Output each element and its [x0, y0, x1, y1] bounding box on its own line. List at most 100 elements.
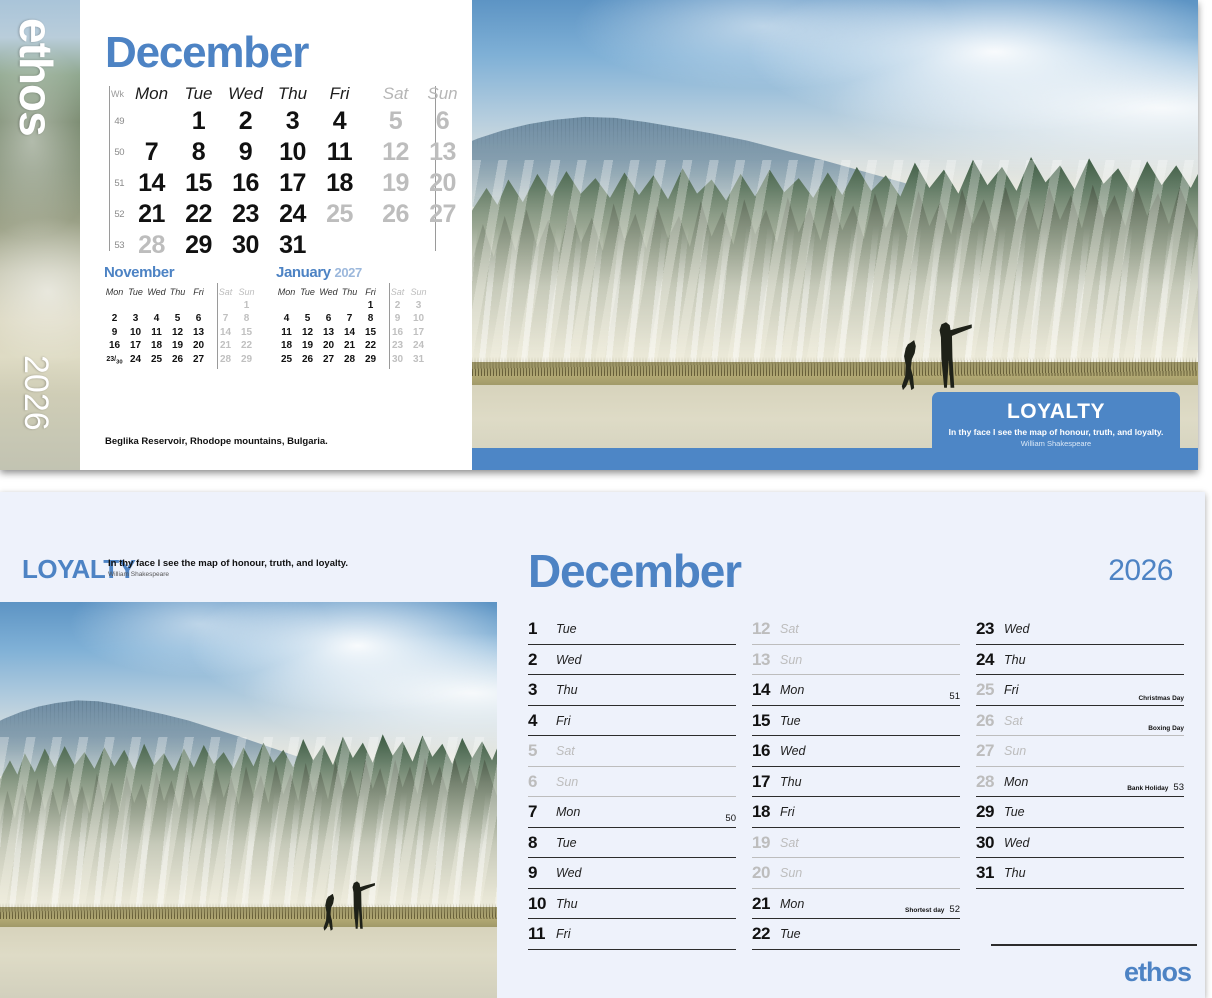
mini-day-cell[interactable]: 2	[387, 300, 408, 311]
day-row[interactable]: 27 Sun	[976, 736, 1184, 767]
mini-day-cell[interactable]: 22	[236, 340, 257, 351]
mini-day-cell[interactable]: 15	[236, 327, 257, 338]
day-cell[interactable]: 27	[419, 200, 466, 229]
day-row[interactable]: 26 Sat Boxing Day	[976, 706, 1184, 736]
mini-day-cell[interactable]: 29	[360, 354, 381, 365]
day-cell[interactable]: 25	[316, 200, 363, 229]
day-row[interactable]: 13 Sun	[752, 645, 960, 675]
mini-day-cell[interactable]: 21	[339, 340, 360, 351]
day-row[interactable]: 1 Tue	[528, 614, 736, 645]
day-row[interactable]: 30 Wed	[976, 828, 1184, 858]
day-row[interactable]: 23 Wed	[976, 614, 1184, 645]
mini-day-cell[interactable]: 14	[339, 327, 360, 338]
mini-day-cell[interactable]: 8	[360, 313, 381, 324]
mini-day-cell[interactable]: 11	[276, 327, 297, 338]
day-row[interactable]: 5 Sat	[528, 736, 736, 767]
mini-day-cell[interactable]: 19	[167, 340, 188, 351]
mini-day-cell[interactable]: 5	[297, 313, 318, 324]
day-row[interactable]: 11 Fri	[528, 919, 736, 950]
day-row[interactable]: 28 Mon Bank Holiday 53	[976, 767, 1184, 797]
mini-day-cell[interactable]: 10	[408, 313, 429, 324]
mini-day-cell[interactable]: 17	[408, 327, 429, 338]
day-cell[interactable]: 3	[269, 107, 316, 136]
mini-day-cell[interactable]: 7	[215, 313, 236, 324]
day-row[interactable]: 16 Wed	[752, 736, 960, 767]
day-cell[interactable]: 24	[269, 200, 316, 229]
mini-day-cell[interactable]: 22	[360, 340, 381, 351]
mini-day-cell[interactable]: 16	[387, 327, 408, 338]
mini-day-cell[interactable]: 4	[146, 313, 167, 324]
day-cell[interactable]: 4	[316, 107, 363, 136]
mini-day-cell[interactable]: 1	[360, 300, 381, 311]
mini-day-cell[interactable]: 4	[276, 313, 297, 324]
mini-day-cell[interactable]: 31	[408, 354, 429, 365]
day-cell[interactable]: 7	[128, 138, 175, 167]
mini-day-cell[interactable]: 12	[167, 327, 188, 338]
day-cell[interactable]: 18	[316, 169, 363, 198]
day-row[interactable]: 21 Mon Shortest day 52	[752, 889, 960, 919]
day-cell[interactable]: 23	[222, 200, 269, 229]
mini-day-cell[interactable]: 29	[236, 354, 257, 365]
mini-day-cell[interactable]: 26	[297, 354, 318, 365]
day-cell[interactable]: 2	[222, 107, 269, 136]
mini-day-cell[interactable]: 27	[318, 354, 339, 365]
day-row[interactable]: 4 Fri	[528, 706, 736, 736]
mini-day-cell[interactable]: 25	[276, 354, 297, 365]
mini-day-cell[interactable]: 7	[339, 313, 360, 324]
day-row[interactable]: 25 Fri Christmas Day	[976, 675, 1184, 706]
day-row[interactable]: 9 Wed	[528, 858, 736, 889]
mini-day-cell[interactable]: 2	[104, 313, 125, 324]
mini-day-cell[interactable]: 10	[125, 327, 146, 338]
day-cell[interactable]: 30	[222, 231, 269, 260]
day-row[interactable]: 15 Tue	[752, 706, 960, 736]
mini-day-cell[interactable]: 13	[188, 327, 209, 338]
day-row[interactable]: 8 Tue	[528, 828, 736, 858]
mini-day-cell[interactable]: 1	[236, 300, 257, 311]
mini-day-cell[interactable]: 24	[125, 354, 146, 365]
day-cell[interactable]: 21	[128, 200, 175, 229]
mini-day-cell[interactable]: 26	[167, 354, 188, 365]
day-cell[interactable]: 28	[128, 231, 175, 260]
day-cell[interactable]: 15	[175, 169, 222, 198]
mini-day-cell[interactable]: 18	[146, 340, 167, 351]
mini-day-cell[interactable]: 20	[188, 340, 209, 351]
mini-day-cell[interactable]: 6	[188, 313, 209, 324]
mini-day-cell[interactable]: 23/30	[104, 353, 125, 366]
day-row[interactable]: 7 Mon 50	[528, 797, 736, 828]
day-row[interactable]: 3 Thu	[528, 675, 736, 706]
day-cell[interactable]: 31	[269, 231, 316, 260]
mini-day-cell[interactable]: 9	[387, 313, 408, 324]
day-row[interactable]: 22 Tue	[752, 919, 960, 950]
mini-day-cell[interactable]: 12	[297, 327, 318, 338]
day-cell[interactable]: 14	[128, 169, 175, 198]
day-cell[interactable]: 5	[372, 107, 419, 136]
day-cell[interactable]: 26	[372, 200, 419, 229]
mini-day-cell[interactable]: 11	[146, 327, 167, 338]
day-cell[interactable]: 17	[269, 169, 316, 198]
day-cell[interactable]: 8	[175, 138, 222, 167]
day-cell[interactable]: 11	[316, 138, 363, 167]
mini-day-cell[interactable]: 16	[104, 340, 125, 351]
day-row[interactable]: 14 Mon 51	[752, 675, 960, 706]
mini-day-cell[interactable]: 6	[318, 313, 339, 324]
mini-day-cell[interactable]: 13	[318, 327, 339, 338]
mini-day-cell[interactable]: 3	[125, 313, 146, 324]
day-row[interactable]: 18 Fri	[752, 797, 960, 828]
day-row[interactable]: 17 Thu	[752, 767, 960, 797]
day-row[interactable]: 20 Sun	[752, 858, 960, 889]
mini-day-cell[interactable]: 19	[297, 340, 318, 351]
mini-day-cell[interactable]: 30	[387, 354, 408, 365]
day-cell[interactable]: 16	[222, 169, 269, 198]
day-row[interactable]: 6 Sun	[528, 767, 736, 797]
day-row[interactable]: 31 Thu	[976, 858, 1184, 889]
day-cell[interactable]: 6	[419, 107, 466, 136]
day-row[interactable]: 24 Thu	[976, 645, 1184, 675]
mini-day-cell[interactable]: 17	[125, 340, 146, 351]
mini-day-cell[interactable]: 15	[360, 327, 381, 338]
day-row[interactable]: 2 Wed	[528, 645, 736, 675]
day-cell[interactable]: 9	[222, 138, 269, 167]
mini-day-cell[interactable]: 23	[387, 340, 408, 351]
day-cell[interactable]: 1	[175, 107, 222, 136]
day-row[interactable]: 29 Tue	[976, 797, 1184, 828]
mini-day-cell[interactable]: 3	[408, 300, 429, 311]
